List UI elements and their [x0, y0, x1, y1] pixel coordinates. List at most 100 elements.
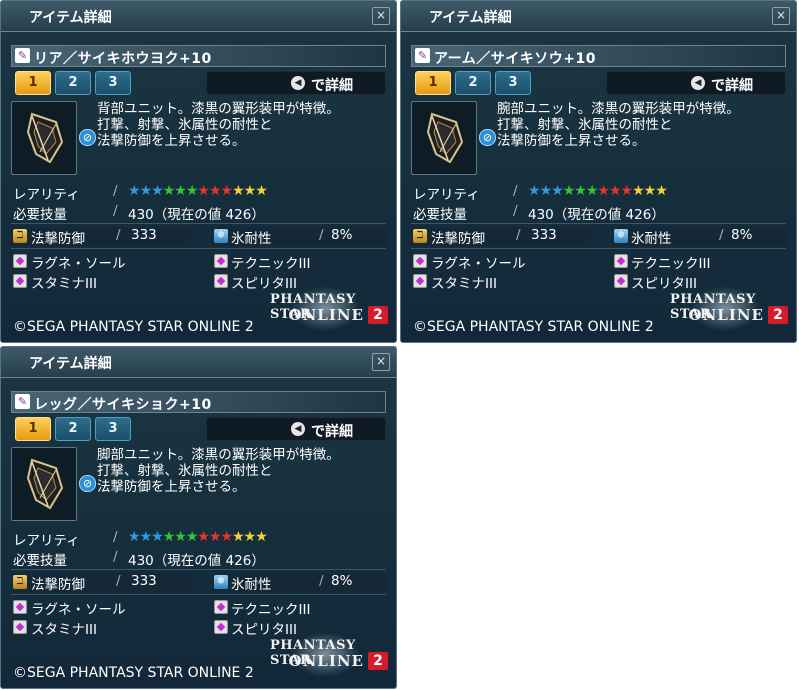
unit-icon: ✎ — [15, 48, 30, 63]
ability-icon — [13, 274, 27, 288]
rarity-stars: ★★★★★★★★★★★★ — [128, 183, 268, 199]
pso2-logo: PHANTASY STAR ONLINE 2 — [270, 284, 394, 336]
rarity-star: ★ — [632, 183, 645, 199]
copyright-text: ©SEGA PHANTASY STAR ONLINE 2 — [13, 665, 254, 681]
tab-1[interactable]: 1 — [15, 417, 51, 441]
description-line: 脚部ユニット。漆黒の翼形装甲が特徴。 — [97, 447, 340, 463]
description-line: 法撃防御を上昇させる。 — [97, 133, 246, 149]
tab-3[interactable]: 3 — [495, 71, 531, 95]
ability-name: スタミナIII — [431, 276, 497, 292]
rarity-star: ★ — [139, 183, 153, 199]
window-title: アイテム詳細 — [429, 10, 512, 26]
rarity-star: ★ — [174, 183, 187, 199]
ability-name: スタミナIII — [31, 276, 97, 292]
tab-1[interactable]: 1 — [415, 71, 451, 95]
window-title: アイテム詳細 — [29, 10, 112, 26]
tab-3[interactable]: 3 — [95, 417, 131, 441]
item-detail-window: アイテム詳細 × ✎ リア／サイキホウヨク+10 1 2 3 ◀ で詳細 ⊘ 背… — [0, 0, 397, 343]
tab-1[interactable]: 1 — [15, 71, 51, 95]
close-icon[interactable]: × — [372, 353, 390, 371]
rarity-label: レアリティ — [413, 187, 480, 203]
separator-slash: / — [513, 183, 518, 199]
separator-slash: / — [113, 549, 118, 565]
window-titlebar[interactable]: アイテム詳細 × — [401, 1, 796, 32]
separator-slash: / — [319, 227, 324, 243]
stat-value: 8% — [331, 227, 353, 243]
rarity-star: ★ — [162, 183, 176, 199]
item-description: 背部ユニット。漆黒の翼形装甲が特徴。 打撃、射撃、氷属性の耐性と 法撃防御を上昇… — [97, 101, 387, 149]
rarity-star: ★ — [243, 529, 257, 545]
separator-slash: / — [113, 529, 118, 545]
rarity-star: ★ — [208, 183, 222, 199]
divider — [411, 223, 786, 224]
separator-slash: / — [516, 227, 521, 243]
divider — [11, 248, 386, 249]
close-icon[interactable]: × — [372, 7, 390, 25]
window-titlebar[interactable]: アイテム詳細 × — [1, 1, 396, 32]
pso2-logo: PHANTASY STAR ONLINE 2 — [270, 630, 394, 682]
detail-label: で詳細 — [711, 78, 753, 94]
unit-icon: ✎ — [415, 48, 430, 63]
rarity-star: ★ — [643, 183, 657, 199]
ability-icon — [214, 620, 228, 634]
ability-icon — [214, 274, 228, 288]
logo-text: ONLINE — [288, 306, 364, 324]
logo-text: ONLINE — [288, 652, 364, 670]
item-name: リア／サイキホウヨク+10 — [34, 51, 212, 67]
separator-slash: / — [719, 227, 724, 243]
detail-button[interactable]: ◀ で詳細 — [206, 71, 386, 95]
ability-name: テクニックIII — [231, 602, 311, 618]
divider — [11, 223, 386, 224]
required-skill-label: 必要技量 — [413, 207, 467, 223]
divider — [411, 248, 786, 249]
item-name: アーム／サイキソウ+10 — [434, 51, 596, 67]
window-titlebar[interactable]: アイテム詳細 × — [1, 347, 396, 378]
close-icon[interactable]: × — [772, 7, 790, 25]
tab-2[interactable]: 2 — [455, 71, 491, 95]
rarity-star: ★ — [655, 183, 668, 199]
rarity-star: ★ — [185, 529, 199, 545]
item-name-bar: ✎ リア／サイキホウヨク+10 — [11, 45, 386, 67]
detail-button[interactable]: ◀ で詳細 — [606, 71, 786, 95]
separator-slash: / — [319, 573, 324, 589]
rarity-star: ★ — [243, 183, 257, 199]
tab-2[interactable]: 2 — [55, 71, 91, 95]
item-detail-window: アイテム詳細 × ✎ レッグ／サイキショク+10 1 2 3 ◀ で詳細 ⊘ 脚… — [0, 346, 397, 689]
ability-icon — [214, 600, 228, 614]
ability-icon — [413, 274, 427, 288]
rarity-star: ★ — [128, 529, 141, 545]
logo-number: 2 — [368, 306, 388, 324]
tech-defense-icon: ℶ — [13, 575, 27, 589]
rarity-star: ★ — [197, 183, 210, 199]
rarity-star: ★ — [197, 529, 210, 545]
required-skill-value: 430（現在の値 426） — [528, 207, 665, 223]
copyright-text: ©SEGA PHANTASY STAR ONLINE 2 — [413, 319, 654, 335]
window-title: アイテム詳細 — [29, 356, 112, 372]
tab-2[interactable]: 2 — [55, 417, 91, 441]
unit-icon: ✎ — [15, 394, 30, 409]
detail-label: で詳細 — [311, 424, 353, 440]
rarity-star: ★ — [208, 529, 222, 545]
rarity-star: ★ — [539, 183, 553, 199]
ability-icon — [214, 254, 228, 268]
tab-3[interactable]: 3 — [95, 71, 131, 95]
rarity-star: ★ — [255, 183, 268, 199]
rarity-star: ★ — [151, 183, 164, 199]
copyright-text: ©SEGA PHANTASY STAR ONLINE 2 — [13, 319, 254, 335]
rarity-star: ★ — [620, 183, 634, 199]
separator-slash: / — [113, 203, 118, 219]
rarity-star: ★ — [232, 529, 245, 545]
item-thumbnail — [11, 101, 77, 175]
rarity-star: ★ — [220, 529, 234, 545]
description-line: 法撃防御を上昇させる。 — [97, 479, 246, 495]
no-entry-icon: ⊘ — [79, 475, 96, 492]
rarity-star: ★ — [220, 183, 234, 199]
description-line: 打撃、射撃、氷属性の耐性と — [497, 117, 673, 133]
rarity-star: ★ — [128, 183, 141, 199]
description-line: 背部ユニット。漆黒の翼形装甲が特徴。 — [97, 101, 340, 117]
ability-name: テクニックIII — [631, 256, 711, 272]
ability-name: スタミナIII — [31, 622, 97, 638]
detail-button[interactable]: ◀ で詳細 — [206, 417, 386, 441]
stat-name: 氷耐性 — [631, 231, 672, 247]
stat-value: 333 — [131, 227, 157, 243]
